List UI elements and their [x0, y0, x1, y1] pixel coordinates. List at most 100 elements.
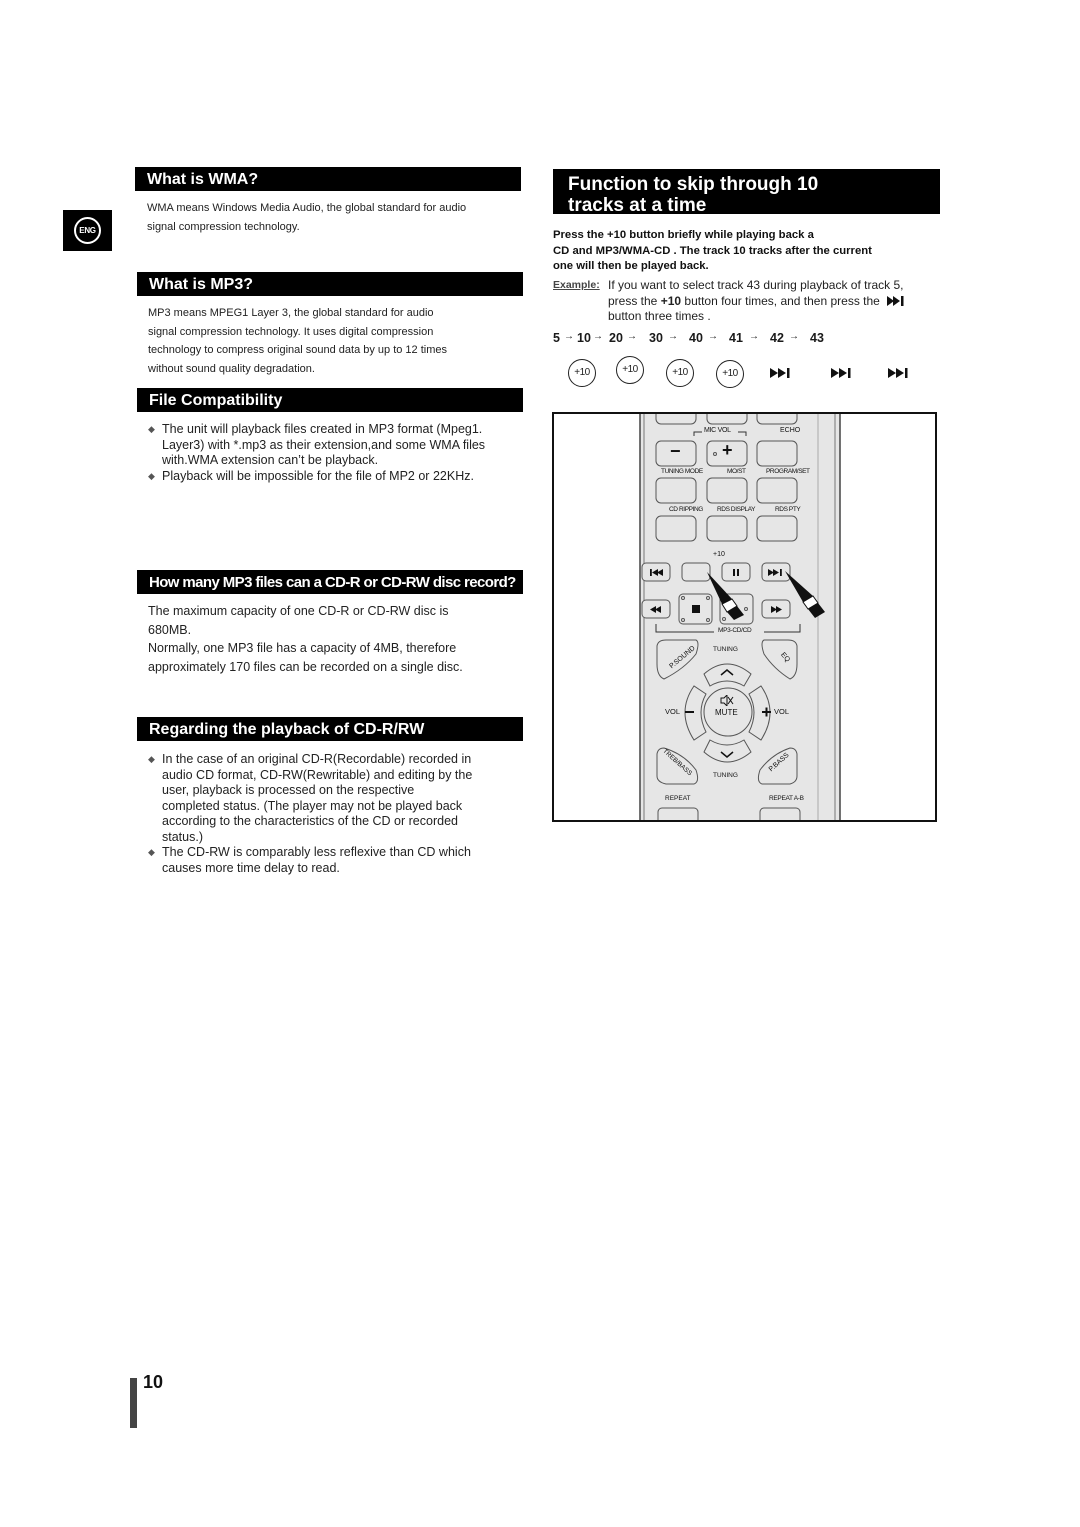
heading-how-many-mp3: How many MP3 files can a CD-R or CD-RW d… — [137, 570, 523, 594]
seq-arrow: → — [668, 331, 678, 342]
text-line: completed status. (The player may not be… — [162, 798, 463, 813]
compat-list: The unit will playback files created in … — [148, 422, 528, 484]
compat-bullet: Playback will be impossible for the file… — [148, 469, 528, 485]
remote-label-repeat: REPEAT — [665, 795, 691, 802]
text-line: WMA means Windows Media Audio, the globa… — [147, 202, 467, 214]
seq-num: 41 — [729, 331, 743, 345]
example-line: press the +10 button four times, and the… — [608, 294, 905, 310]
heading-what-is-wma: What is WMA? — [135, 167, 521, 191]
text-line: audio CD format, CD-RW(Rewritable) and e… — [162, 767, 473, 782]
text-line: user, playback is processed on the respe… — [162, 783, 415, 797]
plus10-button-icon: +10 — [616, 356, 644, 384]
text-line: The unit will playback files created in … — [162, 422, 483, 436]
wma-description: WMA means Windows Media Audio, the globa… — [147, 199, 527, 236]
seq-num: 20 — [609, 331, 623, 345]
example-line: button three times . — [608, 309, 711, 323]
page-number: 10 — [143, 1372, 164, 1392]
text-line: Press the +10 button briefly while playi… — [553, 229, 814, 241]
remote-label-repeat-ab: REPEAT A-B — [769, 795, 804, 802]
seq-num: 5 — [553, 331, 560, 345]
heading-cdrw-playback: Regarding the playback of CD-R/RW — [137, 717, 523, 741]
remote-label: TUNING MODE — [661, 468, 703, 475]
remote-mic-plus: + — [722, 440, 733, 460]
plus10-button-icon: +10 — [716, 360, 744, 388]
remote-label-plus10: +10 — [713, 551, 725, 558]
text-line: without sound quality degradation. — [148, 362, 315, 375]
language-label: ENG — [74, 217, 101, 244]
text-line: signal compression technology. — [147, 220, 300, 233]
remote-label: RDS DISPLAY — [717, 506, 756, 513]
text-line: according to the characteristics of the … — [162, 814, 458, 828]
text-line: CD and MP3/WMA-CD . The track 10 tracks … — [553, 244, 872, 257]
remote-label-tuning-up: TUNING — [713, 646, 738, 653]
skip-instruction: Press the +10 button briefly while playi… — [553, 228, 943, 275]
seq-arrow: → — [749, 331, 759, 342]
remote-label: RDS PTY — [775, 506, 801, 513]
seq-arrow: → — [564, 331, 574, 342]
mute-icon — [720, 695, 734, 706]
howmany-description: The maximum capacity of one CD-R or CD-R… — [148, 602, 528, 676]
text-line: Normally, one MP3 file has a capacity of… — [148, 641, 457, 655]
remote-label: PROGRAM/SET — [766, 468, 810, 475]
text-line: In the case of an original CD-R(Recordab… — [162, 752, 472, 766]
seq-arrow: → — [627, 331, 637, 342]
text-bold: +10 — [660, 293, 682, 308]
remote-label: CD RIPPING — [669, 506, 703, 513]
remote-mic-minus: − — [670, 441, 681, 461]
text-line: The maximum capacity of one CD-R or CD-R… — [148, 604, 449, 618]
text-line: Playback will be impossible for the file… — [162, 468, 474, 483]
heading-what-is-mp3: What is MP3? — [137, 272, 523, 296]
cdrw-list: In the case of an original CD-R(Recordab… — [148, 752, 528, 876]
example-line: If you want to select track 43 during pl… — [608, 278, 904, 292]
text: button four times, and then press the — [681, 293, 880, 308]
remote-label-mic-vol: MIC VOL — [704, 427, 731, 434]
remote-label: MO/ST — [727, 468, 746, 475]
compat-bullet: The unit will playback files created in … — [148, 422, 528, 469]
remote-illustration: MIC VOL ECHO − + TUNING MODE MO/ST PROGR… — [552, 412, 937, 822]
seq-num: 30 — [649, 331, 663, 345]
cdrw-bullet: The CD-RW is comparably less reflexive t… — [148, 845, 528, 876]
button-press-sequence: +10 +10 +10 +10 — [553, 355, 943, 395]
text-line: causes more time delay to read. — [162, 860, 340, 875]
mp3-description: MP3 means MPEG1 Layer 3, the global stan… — [148, 304, 528, 378]
text-line: approximately 170 files can be recorded … — [148, 659, 463, 674]
text-line: status.) — [162, 829, 203, 844]
heading-file-compatibility: File Compatibility — [137, 388, 523, 412]
remote-label-vol-right: VOL — [774, 707, 790, 716]
heading-line: Function to skip through 10 — [568, 174, 819, 195]
remote-label-vol-left: VOL — [665, 707, 681, 716]
language-tab: ENG — [63, 210, 112, 251]
plus10-button-icon: +10 — [666, 359, 694, 387]
remote-label-mp3cd: MP3-CD/CD — [718, 627, 752, 634]
text-line: 680MB. — [148, 622, 192, 637]
remote-label-echo: ECHO — [780, 427, 801, 434]
skip-next-icon — [887, 296, 904, 307]
seq-num: 42 — [770, 331, 784, 345]
text-line: Layer3) with *.mp3 as their extension,an… — [162, 437, 486, 452]
text-line: technology to compress original sound da… — [148, 344, 448, 356]
example-label: Example: — [553, 279, 600, 291]
seq-arrow: → — [789, 331, 799, 342]
text-line: one will then be played back. — [553, 260, 709, 272]
heading-skip-10-tracks: Function to skip through 10 tracks at a … — [553, 169, 940, 216]
seq-num: 40 — [689, 331, 703, 345]
skip-next-icon — [770, 368, 790, 378]
page-number-bar — [130, 1378, 137, 1428]
seq-num: 43 — [810, 331, 824, 345]
plus10-button-icon: +10 — [568, 359, 596, 387]
seq-arrow: → — [708, 331, 718, 342]
track-sequence: 5 → 10 → 20 → 30 → 40 → 41 → 42 → 43 — [553, 331, 943, 347]
heading-line: tracks at a time — [568, 195, 707, 216]
text: press the — [608, 293, 661, 308]
skip-next-icon — [831, 368, 851, 378]
cdrw-bullet: In the case of an original CD-R(Recordab… — [148, 752, 528, 845]
seq-num: 10 — [577, 331, 591, 345]
text-line: MP3 means MPEG1 Layer 3, the global stan… — [148, 307, 434, 319]
remote-label-tuning-down: TUNING — [713, 772, 738, 779]
text-line: The CD-RW is comparably less reflexive t… — [162, 845, 471, 859]
remote-label-mute: MUTE — [715, 708, 738, 717]
text-line: signal compression technology. It uses d… — [148, 325, 434, 338]
skip-next-icon — [888, 368, 908, 378]
seq-arrow: → — [593, 331, 603, 342]
text-line: with.WMA extension can’t be playback. — [162, 453, 379, 467]
